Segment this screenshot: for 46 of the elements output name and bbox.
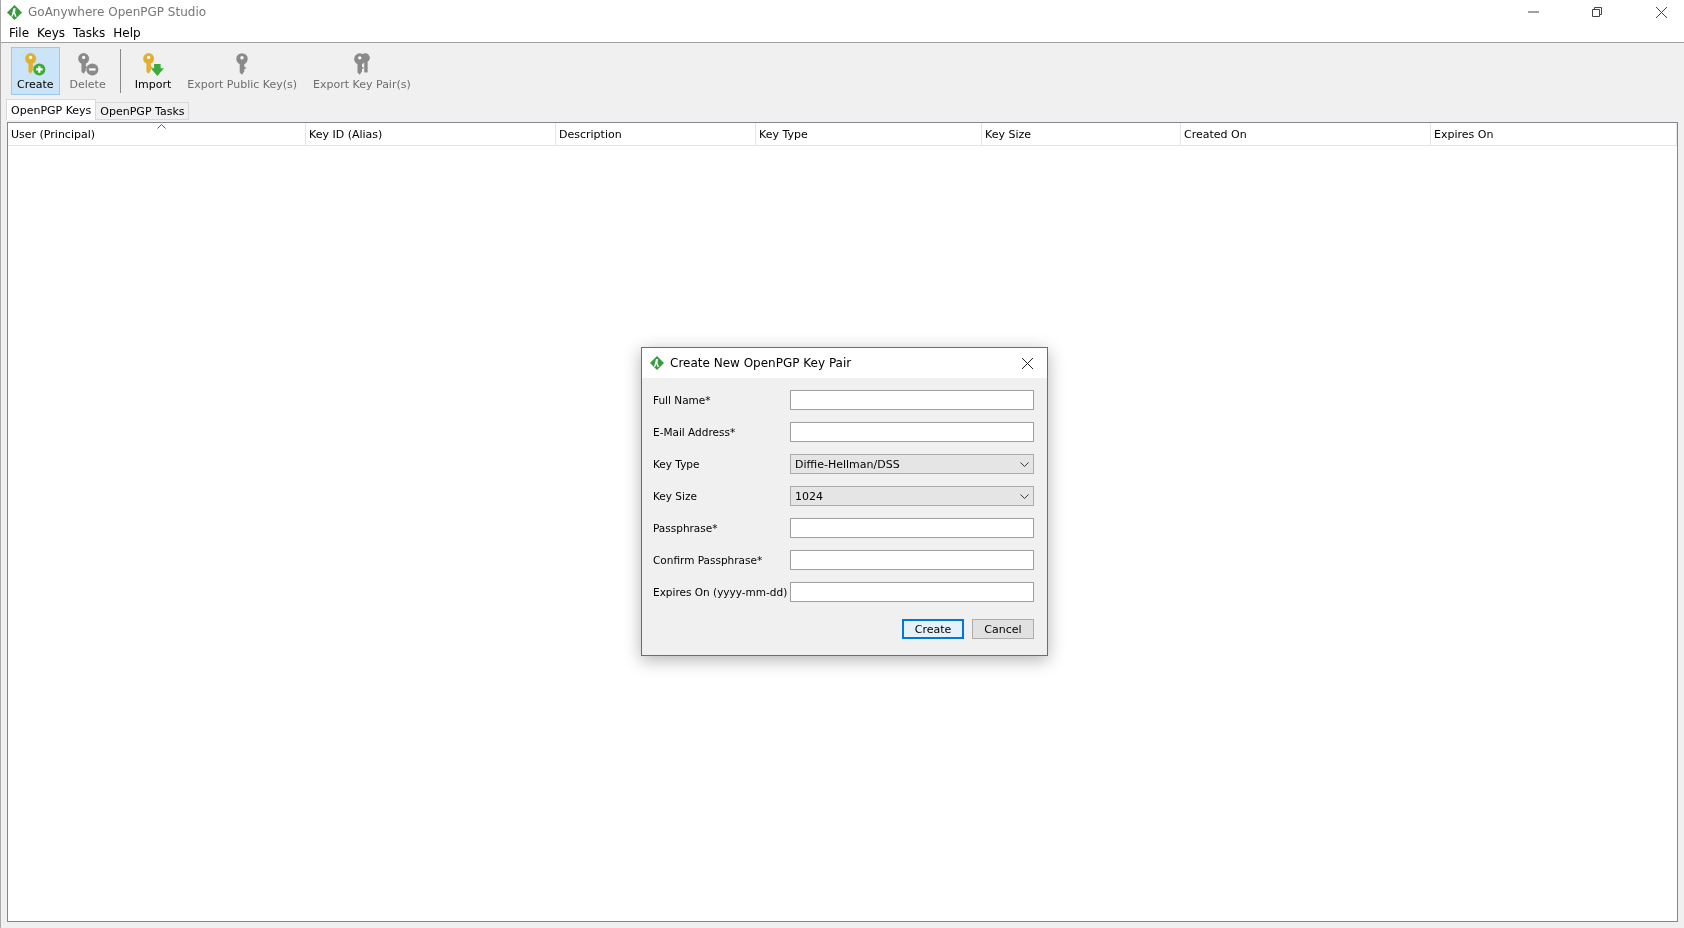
tab[interactable]: OpenPGP Tasks xyxy=(95,102,190,120)
input-field[interactable] xyxy=(790,550,1034,570)
field-label: Key Size xyxy=(653,490,698,502)
toolbar-button[interactable]: Create xyxy=(11,47,60,95)
dropdown[interactable]: 1024 xyxy=(790,486,1034,506)
input-field[interactable] xyxy=(790,582,1034,602)
column-header[interactable]: Key Type xyxy=(756,123,982,146)
column-header[interactable]: Description xyxy=(556,123,756,146)
input-field[interactable] xyxy=(790,422,1034,442)
menu-item[interactable]: Tasks xyxy=(69,26,110,40)
app-logo-icon xyxy=(7,4,22,20)
tab[interactable]: OpenPGP Keys xyxy=(6,99,97,120)
field-label: Passphrase* xyxy=(653,522,719,534)
key-minus-icon xyxy=(76,51,99,76)
column-header[interactable]: Key Size xyxy=(982,123,1181,146)
menu-item[interactable]: Keys xyxy=(33,26,70,40)
column-header[interactable]: User (Principal) xyxy=(8,123,306,146)
input-field[interactable] xyxy=(790,390,1034,410)
key-down-arrow-icon xyxy=(141,51,164,76)
field-label: Key Type xyxy=(653,458,701,470)
key-plus-icon xyxy=(24,51,47,76)
dialog-button[interactable]: Cancel xyxy=(972,619,1034,639)
chevron-down-icon xyxy=(1020,461,1029,467)
close-icon xyxy=(1655,6,1667,18)
column-header[interactable]: Key ID (Alias) xyxy=(306,123,556,146)
close-icon xyxy=(1021,357,1033,369)
restore-icon xyxy=(1592,7,1602,17)
dialog-button[interactable]: Create xyxy=(902,619,964,639)
keys-icon xyxy=(352,51,371,76)
key-icon xyxy=(235,51,250,76)
field-label: Expires On (yyyy-mm-dd) xyxy=(653,586,789,598)
menu-item[interactable]: File xyxy=(5,26,34,40)
column-header[interactable]: Expires On xyxy=(1431,123,1677,146)
field-label: Full Name* xyxy=(653,394,712,406)
menu-item[interactable]: Help xyxy=(109,26,145,40)
dialog-title: Create New OpenPGP Key Pair xyxy=(670,356,852,370)
app-logo-icon xyxy=(650,356,664,370)
field-label: E-Mail Address* xyxy=(653,426,737,438)
toolbar-button[interactable]: Import xyxy=(128,47,178,95)
minimize-icon xyxy=(1527,11,1539,13)
field-label: Confirm Passphrase* xyxy=(653,554,764,566)
window-title: GoAnywhere OpenPGP Studio xyxy=(28,5,207,19)
input-field[interactable] xyxy=(790,518,1034,538)
column-header[interactable]: Created On xyxy=(1181,123,1431,146)
chevron-down-icon xyxy=(1020,493,1029,499)
dropdown[interactable]: Diffie-Hellman/DSS xyxy=(790,454,1034,474)
